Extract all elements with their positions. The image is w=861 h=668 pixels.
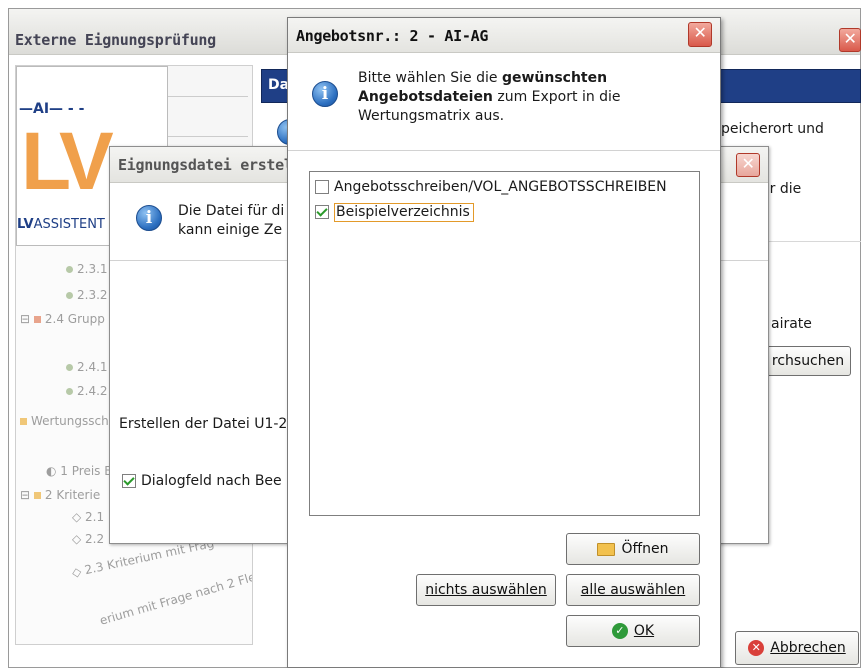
folder-icon [597,542,616,556]
ok-icon: ✓ [611,623,628,639]
background-window-title: Externe Eignungsprüfung [15,31,216,49]
tree-item: ⊟ 2 Kriterie [20,488,101,502]
tree-dot-icon [66,364,73,371]
front-info-area: i Bitte wählen Sie die gewünschten Angeb… [288,53,720,151]
middle-checkbox-row[interactable]: Dialogfeld nach Bee [122,473,282,489]
background-close-button[interactable]: ✕ [839,28,861,52]
list-item[interactable]: Beispielverzeichnis [315,202,474,222]
list-item[interactable]: Angebotsschreiben/VOL_ANGEBOTSSCHREIBEN [315,177,667,197]
bg-right-text-1: peicherort und [721,121,824,137]
bg-right-text-3: airate [771,316,812,332]
middle-checkbox[interactable] [122,474,136,488]
list-checkbox[interactable] [315,205,329,219]
tree-item: ◐ 1 Preis B [46,464,113,478]
tree-item: ⊟ 2.4 Grupp [20,312,105,326]
select-none-button[interactable]: nichts auswählen [416,574,556,606]
middle-dialog-title: Eignungsdatei erstel [118,156,293,174]
tree-item: 2.4.2 [66,384,108,398]
front-close-button[interactable]: ✕ [688,22,712,47]
cancel-button[interactable]: ✕ Abbrechen [735,631,859,665]
front-dialog: Angebotsnr.: 2 - AI-AG ✕ i Bitte wählen … [287,17,721,668]
front-info-text: Bitte wählen Sie die gewünschten Angebot… [358,70,621,124]
middle-close-button[interactable]: ✕ [736,153,760,177]
front-dialog-titlebar: Angebotsnr.: 2 - AI-AG ✕ [288,18,720,53]
tree-item: 2.3.2 [66,288,108,302]
tree-item: erium mit Frage nach 2 Fle [98,569,253,628]
file-list[interactable]: Angebotsschreiben/VOL_ANGEBOTSSCHREIBEN … [309,171,700,516]
cancel-icon: ✕ [748,640,765,656]
middle-message-2: kann einige Ze [178,222,283,238]
open-button[interactable]: Öffnen [566,533,700,565]
tree-square-icon [20,418,27,425]
browse-button[interactable]: rchsuchen [765,346,851,376]
info-icon: i [312,81,338,107]
logo-letters: LV [21,116,114,207]
tree-dot-icon [66,266,73,273]
ok-button[interactable]: ✓ OK [566,615,700,647]
list-checkbox[interactable] [315,180,329,194]
front-dialog-title: Angebotsnr.: 2 - AI-AG [296,27,489,45]
logo-brand: LVASSISTENT [17,217,105,232]
middle-message-1: Die Datei für di [178,203,285,219]
tree-dot-icon [66,292,73,299]
tree-square-icon [33,316,41,323]
tree-dot-icon [66,388,73,395]
tree-item: Wertungsschl [20,414,112,428]
tree-item: 2.3.1 [66,262,108,276]
tree-square-icon [33,492,41,499]
select-all-button[interactable]: alle auswählen [566,574,700,606]
middle-status-text: Erstellen der Datei U1-2 [119,416,288,432]
info-icon: i [136,205,162,231]
tree-item: 2.4.1 [66,360,108,374]
logo-prefix: —AI— - - [19,101,85,117]
bg-right-separator [769,241,861,242]
